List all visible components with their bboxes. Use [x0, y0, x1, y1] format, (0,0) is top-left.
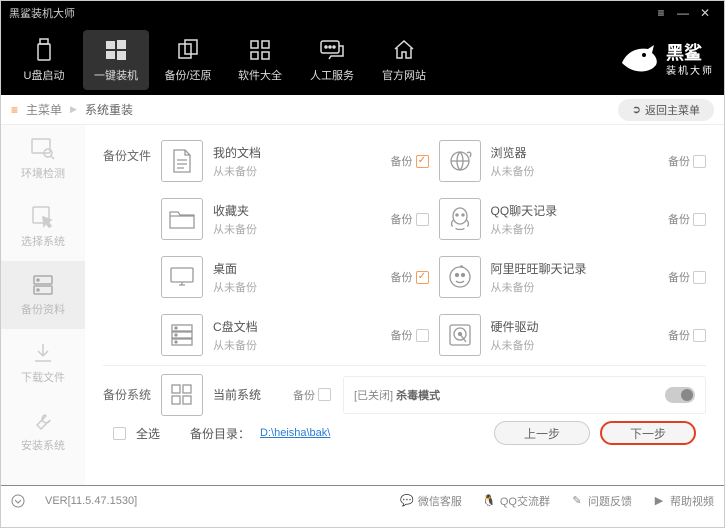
- select-all-label: 全选: [136, 425, 160, 442]
- sidebar-choose-system[interactable]: 选择系统: [1, 193, 85, 261]
- checkbox-drivers[interactable]: [693, 329, 706, 342]
- backup-files-section: 备份文件 我的文档从未备份 备份 浏览器从未备份 备份 收藏夹从未备份 备份: [103, 135, 706, 361]
- menu-lines-icon: ≡: [11, 103, 18, 117]
- copy-icon: [175, 37, 201, 63]
- backup-dir-label: 备份目录：: [190, 425, 250, 442]
- item-qq: QQ聊天记录从未备份 备份: [439, 193, 707, 245]
- brand-logo: 黑鲨 装机大师: [616, 41, 714, 79]
- crumb-page: 系统重装: [85, 101, 133, 118]
- shark-icon: [616, 41, 660, 79]
- checkbox-qq[interactable]: [693, 213, 706, 226]
- minimize-icon[interactable]: —: [672, 6, 694, 20]
- item-drivers: 硬件驱动从未备份 备份: [439, 309, 707, 361]
- next-button[interactable]: 下一步: [600, 421, 696, 445]
- monitor-icon: [161, 256, 203, 298]
- cursor-icon: [31, 205, 55, 229]
- step-sidebar: 环境检测 选择系统 备份资料 下载文件 安装系统: [1, 125, 85, 485]
- section-title-files: 备份文件: [103, 135, 161, 164]
- nav-website[interactable]: 官方网站: [371, 30, 437, 90]
- server-icon: [31, 273, 55, 297]
- nav-software[interactable]: 软件大全: [227, 30, 293, 90]
- content-panel: 备份文件 我的文档从未备份 备份 浏览器从未备份 备份 收藏夹从未备份 备份: [85, 125, 724, 485]
- windows-icon: [103, 37, 129, 63]
- app-title: 黑鲨装机大师: [9, 5, 650, 21]
- nav-backup[interactable]: 备份/还原: [155, 30, 221, 90]
- status-wechat[interactable]: 💬微信客服: [400, 493, 462, 509]
- item-favorites: 收藏夹从未备份 备份: [161, 193, 429, 245]
- home-icon: [391, 37, 417, 63]
- prev-button[interactable]: 上一步: [494, 421, 590, 445]
- qq-group-icon: 🐧: [482, 494, 496, 508]
- back-arrow-icon: ➲: [632, 103, 641, 116]
- video-icon: ▶: [652, 494, 666, 508]
- chevron-right-icon: ▶: [70, 104, 77, 115]
- checkbox-system[interactable]: [318, 388, 331, 401]
- checkbox-aliwang[interactable]: [693, 271, 706, 284]
- wrench-icon: [31, 409, 55, 433]
- nav-support[interactable]: 人工服务: [299, 30, 365, 90]
- nav-usb[interactable]: U盘启动: [11, 30, 77, 90]
- crumb-home[interactable]: 主菜单: [26, 101, 62, 118]
- content-footer: 全选 备份目录： D:\heisha\bak\ 上一步 下一步: [103, 417, 706, 449]
- sidebar-download[interactable]: 下载文件: [1, 329, 85, 397]
- section-title-system: 备份系统: [103, 386, 161, 403]
- status-help-video[interactable]: ▶帮助视频: [652, 493, 714, 509]
- chat-icon: [319, 37, 345, 63]
- nav-install[interactable]: 一键装机: [83, 30, 149, 90]
- titlebar: 黑鲨装机大师 ≡ — ✕: [1, 1, 724, 25]
- item-cdrive: C盘文档从未备份 备份: [161, 309, 429, 361]
- antivirus-label: [已关闭] 杀毒模式: [354, 387, 440, 403]
- download-icon: [31, 341, 55, 365]
- checkbox-favorites[interactable]: [416, 213, 429, 226]
- server-stack-icon: [161, 314, 203, 356]
- item-documents: 我的文档从未备份 备份: [161, 135, 429, 187]
- file-items-grid: 我的文档从未备份 备份 浏览器从未备份 备份 收藏夹从未备份 备份 QQ聊天记录…: [161, 135, 706, 361]
- sidebar-install[interactable]: 安装系统: [1, 397, 85, 465]
- backup-dir-link[interactable]: D:\heisha\bak\: [260, 427, 330, 439]
- windows-grid-icon: [161, 374, 203, 416]
- ie-icon: [439, 140, 481, 182]
- feedback-icon: ✎: [570, 494, 584, 508]
- version-label: VER[11.5.47.1530]: [45, 495, 137, 507]
- breadcrumb: ≡ 主菜单 ▶ 系统重装 ➲ 返回主菜单: [1, 95, 724, 125]
- checkbox-cdrive[interactable]: [416, 329, 429, 342]
- item-desktop: 桌面从未备份 备份: [161, 251, 429, 303]
- document-icon: [161, 140, 203, 182]
- usb-icon: [31, 37, 57, 63]
- checkbox-desktop[interactable]: [416, 271, 429, 284]
- menu-icon[interactable]: ≡: [650, 6, 672, 20]
- aliwang-icon: [439, 256, 481, 298]
- item-aliwang: 阿里旺旺聊天记录从未备份 备份: [439, 251, 707, 303]
- status-bar: VER[11.5.47.1530] 💬微信客服 🐧QQ交流群 ✎问题反馈 ▶帮助…: [1, 485, 724, 515]
- qq-icon: [439, 198, 481, 240]
- checkbox-browser[interactable]: [693, 155, 706, 168]
- grid-icon: [247, 37, 273, 63]
- folder-icon: [161, 198, 203, 240]
- chevron-down-circle-icon[interactable]: [11, 494, 25, 508]
- antivirus-toggle[interactable]: [665, 387, 695, 403]
- sidebar-backup-data[interactable]: 备份资料: [1, 261, 85, 329]
- top-nav: U盘启动 一键装机 备份/还原 软件大全 人工服务 官方网站 黑鲨 装机大师: [1, 25, 724, 95]
- checkbox-select-all[interactable]: [113, 427, 126, 440]
- antivirus-mode-box: [已关闭] 杀毒模式: [343, 376, 706, 414]
- checkbox-documents[interactable]: [416, 155, 429, 168]
- close-icon[interactable]: ✕: [694, 6, 716, 20]
- status-qq-group[interactable]: 🐧QQ交流群: [482, 493, 550, 509]
- return-button[interactable]: ➲ 返回主菜单: [618, 99, 714, 121]
- item-browser: 浏览器从未备份 备份: [439, 135, 707, 187]
- backup-system-section: 备份系统 当前系统 备份 [已关闭] 杀毒模式: [103, 365, 706, 417]
- wechat-icon: 💬: [400, 494, 414, 508]
- sidebar-env-check[interactable]: 环境检测: [1, 125, 85, 193]
- hdd-icon: [439, 314, 481, 356]
- monitor-search-icon: [30, 137, 56, 161]
- status-feedback[interactable]: ✎问题反馈: [570, 493, 632, 509]
